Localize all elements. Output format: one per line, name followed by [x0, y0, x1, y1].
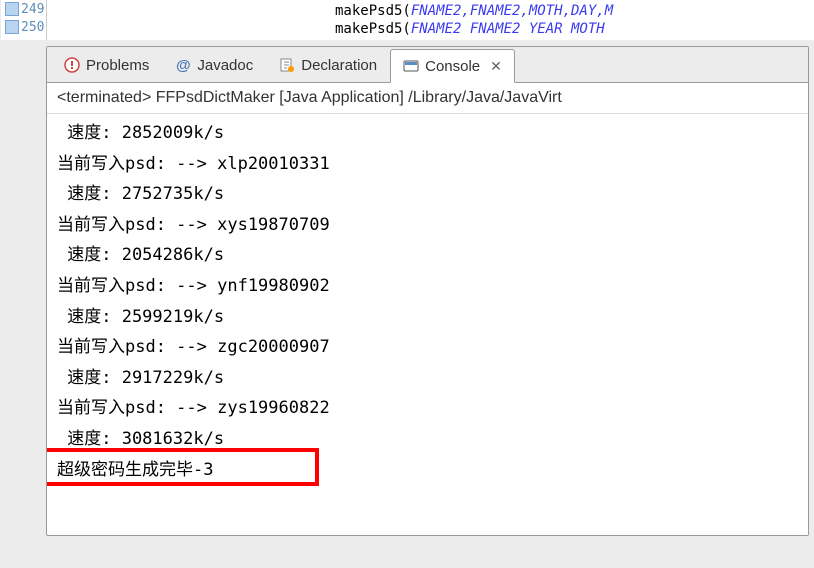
console-line: 速度: 2752735k/s	[57, 179, 798, 210]
line-number: 250	[21, 20, 44, 35]
console-icon	[403, 58, 419, 74]
breakpoint-icon[interactable]	[5, 20, 19, 34]
javadoc-icon: @	[175, 57, 191, 73]
line-gutter: 249 250	[1, 0, 47, 40]
console-status: <terminated> FFPsdDictMaker [Java Applic…	[47, 83, 808, 114]
console-line: 速度: 3081632k/s	[57, 424, 798, 455]
breakpoint-icon[interactable]	[5, 2, 19, 16]
tab-label: Console	[425, 58, 480, 75]
console-line: 当前写入psd: --> zgc20000907	[57, 332, 798, 363]
console-line: 当前写入psd: --> xys19870709	[57, 210, 798, 241]
console-output[interactable]: 速度: 2852009k/s 当前写入psd: --> xlp20010331 …	[47, 114, 808, 535]
problems-icon	[64, 57, 80, 73]
gutter-line: 249	[1, 0, 46, 18]
console-line: 当前写入psd: --> zys19960822	[57, 393, 798, 424]
gutter-line: 250	[1, 18, 46, 36]
tabs-bar: Problems @ Javadoc Declaration Console ✕	[47, 47, 808, 83]
console-line: 当前写入psd: --> ynf19980902	[57, 271, 798, 302]
tab-problems[interactable]: Problems	[51, 48, 162, 82]
console-line: 速度: 2917229k/s	[57, 363, 798, 394]
tab-declaration[interactable]: Declaration	[266, 48, 390, 82]
console-line: 速度: 2054286k/s	[57, 240, 798, 271]
editor-area: 249 250 makePsd5(FNAME2,FNAME2,MOTH,DAY,…	[46, 0, 814, 40]
declaration-icon	[279, 57, 295, 73]
console-line: 超级密码生成完毕-3	[57, 455, 798, 486]
console-line: 当前写入psd: --> xlp20010331	[57, 149, 798, 180]
close-icon[interactable]: ✕	[490, 58, 502, 75]
tab-javadoc[interactable]: @ Javadoc	[162, 48, 266, 82]
code-line[interactable]: makePsd5(FNAME2 FNAME2 YEAR MOTH	[55, 20, 806, 38]
console-line: 速度: 2852009k/s	[57, 118, 798, 149]
console-line: 速度: 2599219k/s	[57, 302, 798, 333]
tab-label: Problems	[86, 57, 149, 74]
code-line[interactable]: makePsd5(FNAME2,FNAME2,MOTH,DAY,M	[55, 2, 806, 20]
line-number: 249	[21, 2, 44, 17]
tab-label: Javadoc	[197, 57, 253, 74]
bottom-panel: Problems @ Javadoc Declaration Console ✕…	[46, 46, 809, 536]
tab-console[interactable]: Console ✕	[390, 49, 515, 83]
tab-label: Declaration	[301, 57, 377, 74]
